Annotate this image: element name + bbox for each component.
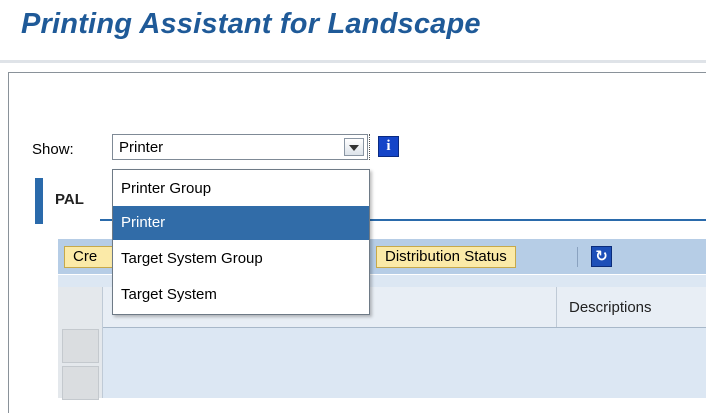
row-selector[interactable] xyxy=(62,366,99,400)
show-label: Show: xyxy=(32,141,74,158)
toolbar-separator xyxy=(577,247,578,267)
refresh-icon[interactable]: ↻ xyxy=(591,246,612,267)
show-select[interactable]: Printer xyxy=(112,134,368,160)
dropdown-option-target-system[interactable]: Target System xyxy=(113,278,369,312)
column-divider xyxy=(556,287,557,327)
show-dropdown-list: Printer Group Printer Target System Grou… xyxy=(112,169,370,315)
tab-pal[interactable]: PAL xyxy=(55,191,84,208)
show-select-value: Printer xyxy=(119,139,164,156)
header-divider xyxy=(0,60,706,63)
page-title: Printing Assistant for Landscape xyxy=(21,8,481,40)
dropdown-option-printer-group[interactable]: Printer Group xyxy=(113,172,369,206)
dropdown-option-printer[interactable]: Printer xyxy=(113,206,369,240)
column-header-descriptions[interactable]: Descriptions xyxy=(569,299,652,316)
dropdown-option-target-system-group[interactable]: Target System Group xyxy=(113,242,369,276)
chevron-down-icon[interactable] xyxy=(344,138,364,156)
column-divider xyxy=(102,287,103,398)
tab-marker xyxy=(35,178,43,224)
distribution-status-button[interactable]: Distribution Status xyxy=(376,246,516,268)
focus-indicator xyxy=(369,134,372,160)
info-icon[interactable]: i xyxy=(378,136,399,157)
row-selector[interactable] xyxy=(62,329,99,363)
